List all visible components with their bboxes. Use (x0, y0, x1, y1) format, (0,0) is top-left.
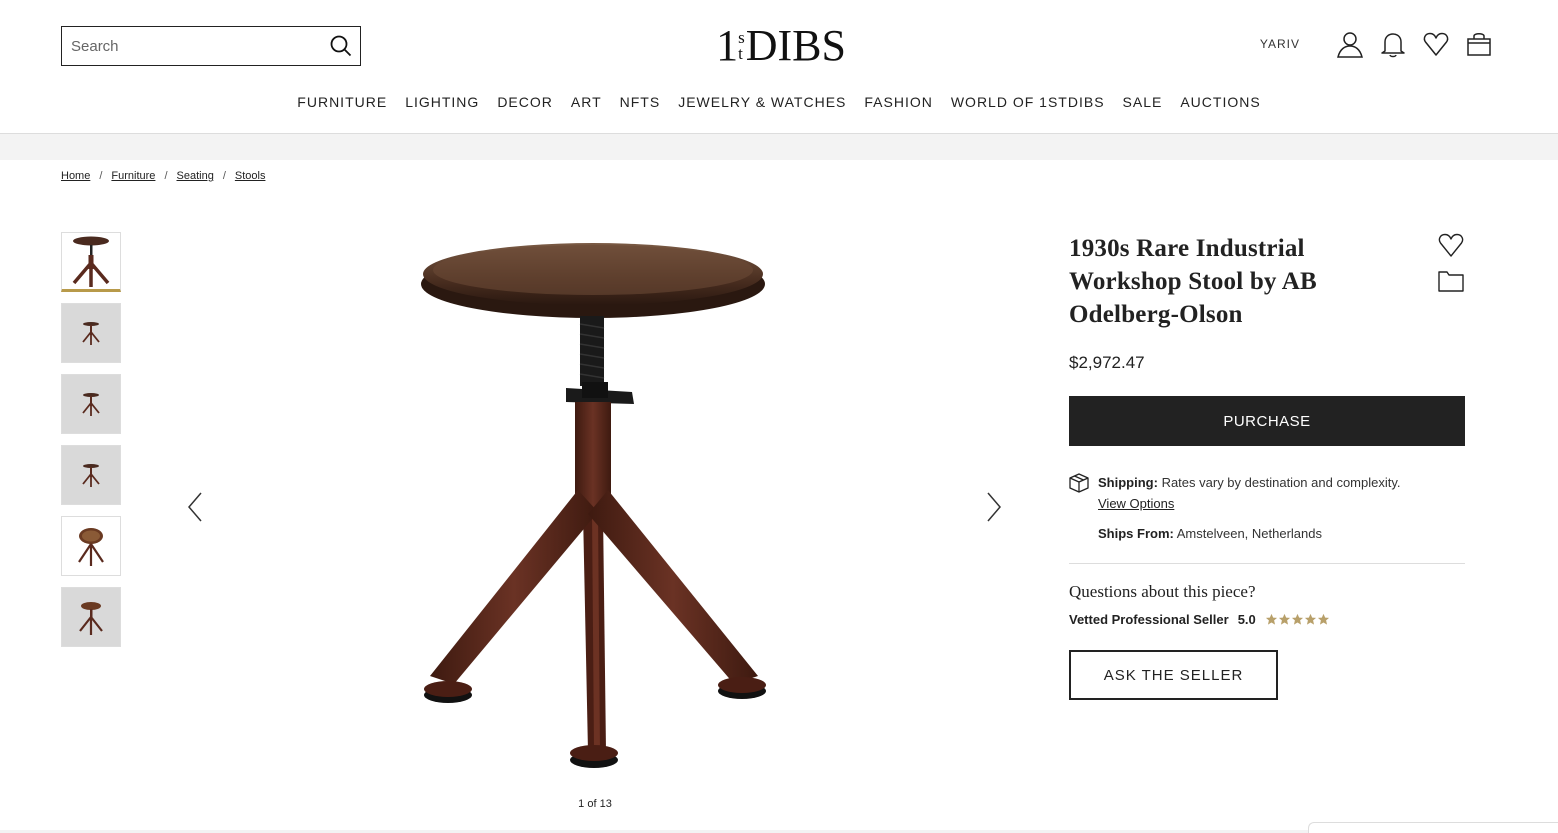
logo-dibs: DIBS (745, 21, 846, 70)
shipping-label: Shipping: (1098, 475, 1158, 490)
main-nav: FURNITURE LIGHTING DECOR ART NFTS JEWELR… (0, 92, 1558, 112)
bell-icon[interactable] (1378, 29, 1408, 59)
breadcrumb-furniture[interactable]: Furniture (111, 170, 155, 182)
favorite-heart-icon[interactable] (1437, 231, 1465, 259)
bag-icon[interactable] (1464, 29, 1494, 59)
thumbnail-4[interactable] (61, 445, 121, 505)
ask-the-seller-button[interactable]: ASK THE SELLER (1069, 650, 1278, 700)
nav-item-world-of-1stdibs[interactable]: WORLD OF 1STDIBS (951, 92, 1105, 112)
ships-from: Ships From: Amstelveen, Netherlands (1098, 526, 1322, 541)
seller-row: Vetted Professional Seller 5.0 (1069, 612, 1330, 627)
nav-item-decor[interactable]: DECOR (497, 92, 553, 112)
star-icon (1291, 613, 1303, 625)
search-box (61, 26, 361, 66)
thumbnail-list (61, 232, 121, 658)
thumbnail-3[interactable] (61, 374, 121, 434)
site-logo[interactable]: 1 s t DIBS (714, 22, 848, 70)
user-area: YARIV (1260, 28, 1494, 60)
breadcrumb-separator: / (222, 170, 226, 182)
user-name[interactable]: YARIV (1260, 37, 1300, 51)
shipping-box-icon (1068, 472, 1090, 494)
ships-from-value: Amstelveen, Netherlands (1176, 526, 1322, 541)
questions-heading: Questions about this piece? (1069, 582, 1256, 601)
thumbnail-2[interactable] (61, 303, 121, 363)
seller-rating: 5.0 (1237, 612, 1256, 627)
nav-item-furniture[interactable]: FURNITURE (297, 92, 387, 112)
breadcrumb-seating[interactable]: Seating (177, 170, 214, 182)
nav-item-sale[interactable]: SALE (1123, 92, 1163, 112)
nav-item-lighting[interactable]: LIGHTING (405, 92, 479, 112)
thumbnail-1[interactable] (61, 232, 121, 292)
star-rating (1265, 613, 1330, 626)
search-icon[interactable] (322, 27, 360, 65)
seller-label: Vetted Professional Seller (1069, 612, 1229, 627)
star-icon (1278, 613, 1290, 625)
nav-item-fashion[interactable]: FASHION (864, 92, 932, 112)
breadcrumb-separator: / (164, 170, 168, 182)
purchase-button[interactable]: PURCHASE (1069, 396, 1465, 446)
star-icon (1265, 613, 1277, 625)
folder-icon[interactable] (1437, 268, 1465, 294)
heart-icon[interactable] (1421, 29, 1451, 59)
search-input[interactable] (62, 27, 322, 65)
ships-from-label: Ships From: (1098, 526, 1174, 541)
breadcrumb: Home / Furniture / Seating / Stools (61, 170, 265, 182)
view-options-link[interactable]: View Options (1098, 496, 1174, 511)
thumbnail-6[interactable] (61, 587, 121, 647)
breadcrumb-home[interactable]: Home (61, 170, 90, 182)
shipping-info: Shipping: Rates vary by destination and … (1098, 475, 1401, 490)
user-icon[interactable] (1335, 29, 1365, 59)
promo-strip (0, 134, 1558, 160)
nav-item-nfts[interactable]: NFTS (620, 92, 661, 112)
nav-item-auctions[interactable]: AUCTIONS (1180, 92, 1260, 112)
product-price: $2,972.47 (1069, 353, 1145, 372)
product-main-image[interactable] (330, 232, 860, 780)
logo-one: 1 (716, 21, 738, 70)
chat-widget-tab[interactable] (1308, 822, 1558, 833)
shipping-text: Rates vary by destination and complexity… (1161, 475, 1401, 490)
previous-image-arrow[interactable] (184, 490, 206, 524)
logo-st: s t (738, 29, 745, 63)
image-counter: 1 of 13 (578, 798, 612, 810)
breadcrumb-stools[interactable]: Stools (235, 170, 266, 182)
thumbnail-5[interactable] (61, 516, 121, 576)
product-title: 1930s Rare Industrial Workshop Stool by … (1069, 235, 1317, 328)
nav-item-art[interactable]: ART (571, 92, 602, 112)
star-icon (1317, 613, 1329, 625)
next-image-arrow[interactable] (983, 490, 1005, 524)
breadcrumb-separator: / (99, 170, 103, 182)
logo-t: t (738, 44, 743, 63)
nav-item-jewelry-watches[interactable]: JEWELRY & WATCHES (678, 92, 846, 112)
star-icon (1304, 613, 1316, 625)
section-divider (1069, 563, 1465, 564)
